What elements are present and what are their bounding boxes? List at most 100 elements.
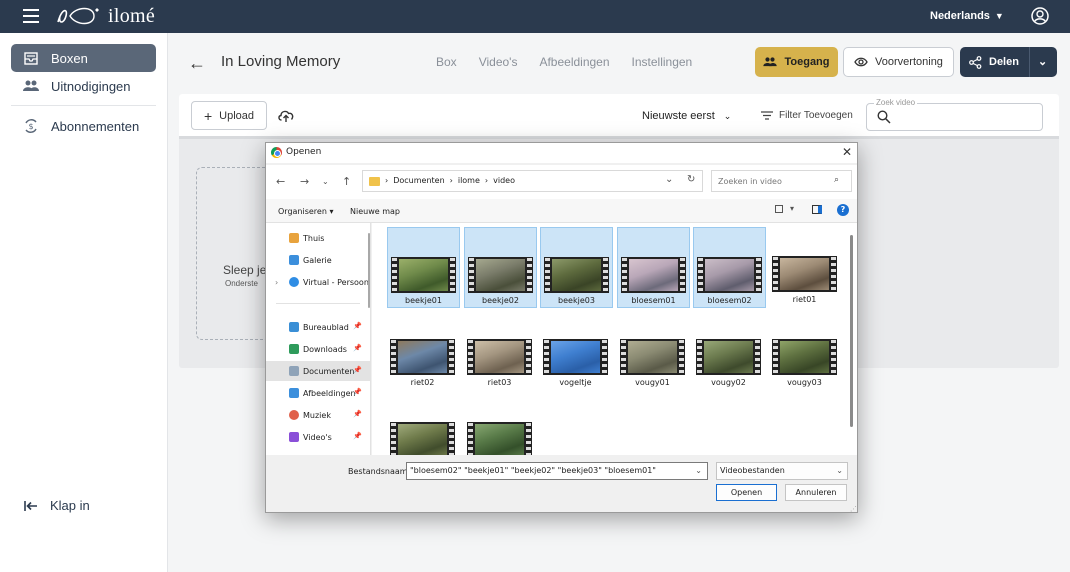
thumbnail-image bbox=[475, 424, 524, 455]
close-icon[interactable]: ✕ bbox=[842, 145, 852, 159]
view-options-icon[interactable] bbox=[775, 205, 783, 213]
cloud-icon bbox=[289, 277, 299, 287]
menu-icon[interactable] bbox=[23, 9, 39, 23]
breadcrumb-ilome[interactable]: ilome bbox=[458, 176, 480, 185]
file-item[interactable]: vougy02 bbox=[693, 310, 766, 391]
chevron-down-icon: ▼ bbox=[994, 11, 1004, 21]
account-icon[interactable] bbox=[1031, 7, 1049, 25]
refresh-icon[interactable]: ↻ bbox=[687, 174, 695, 185]
file-name: riet02 bbox=[410, 378, 435, 387]
video-thumbnail bbox=[621, 257, 686, 293]
video-thumbnail bbox=[390, 422, 455, 455]
preview-button[interactable]: Voorvertoning bbox=[843, 47, 954, 77]
brand-name: ilomé bbox=[108, 4, 156, 27]
pin-icon: 📌 bbox=[353, 388, 362, 396]
video-thumbnail bbox=[544, 257, 609, 293]
preview-pane-icon[interactable] bbox=[812, 205, 822, 214]
tree-item-afbeeldingen[interactable]: Afbeeldingen 📌 bbox=[266, 383, 370, 403]
share-button[interactable]: Delen ⌄ bbox=[960, 47, 1057, 77]
thumbnail-image bbox=[476, 259, 525, 291]
file-name: vougy01 bbox=[635, 378, 670, 387]
collapse-left-icon bbox=[24, 500, 37, 511]
file-item[interactable]: riet01 bbox=[769, 227, 842, 308]
chevron-down-icon[interactable]: ▾ bbox=[790, 204, 794, 213]
sidebar-item-label: Uitnodigingen bbox=[51, 78, 131, 94]
tree-item-bureaublad[interactable]: Bureaublad 📌 bbox=[266, 317, 370, 337]
scrollbar[interactable] bbox=[850, 235, 853, 427]
breadcrumb: › Documenten › ilome › video bbox=[385, 176, 515, 185]
collapse-sidebar-button[interactable]: Klap in bbox=[24, 498, 90, 513]
breadcrumb-separator: › bbox=[449, 176, 453, 185]
file-item[interactable]: beekje03 bbox=[540, 227, 613, 308]
file-item[interactable]: bloesem01 bbox=[617, 227, 690, 308]
file-item[interactable]: vogeltje bbox=[540, 310, 613, 391]
back-icon[interactable]: ← bbox=[276, 175, 285, 188]
chevron-down-icon[interactable]: ⌄ bbox=[695, 466, 702, 475]
chevron-down-icon[interactable]: ⌄ bbox=[665, 174, 673, 185]
file-item[interactable]: riet03 bbox=[464, 310, 537, 391]
breadcrumb-separator: › bbox=[385, 176, 389, 185]
divider bbox=[11, 105, 156, 106]
share-label: Delen bbox=[989, 56, 1019, 68]
file-item[interactable]: beekje02 bbox=[464, 227, 537, 308]
up-icon[interactable]: ↑ bbox=[342, 175, 351, 188]
language-selector[interactable]: Nederlands ▼ bbox=[930, 10, 1004, 22]
tab-instellingen[interactable]: Instellingen bbox=[632, 55, 693, 69]
sidebar-item-uitnodigingen[interactable]: Uitnodigingen bbox=[11, 72, 156, 100]
cancel-button[interactable]: Annuleren bbox=[785, 484, 847, 501]
divider bbox=[276, 303, 360, 304]
address-bar[interactable]: › Documenten › ilome › video ⌄ ↻ bbox=[362, 170, 703, 192]
tree-item-thuis[interactable]: Thuis bbox=[266, 228, 370, 248]
forward-icon[interactable]: → bbox=[300, 175, 309, 188]
thumbnail-image bbox=[475, 341, 524, 373]
file-name: beekje02 bbox=[482, 296, 519, 305]
file-item[interactable]: vougy01 bbox=[617, 310, 690, 391]
search-legend: Zoek video bbox=[874, 98, 918, 107]
scrollbar[interactable] bbox=[368, 233, 370, 308]
cloud-upload-icon[interactable] bbox=[277, 107, 295, 123]
search-input[interactable]: Zoek video bbox=[866, 98, 1043, 131]
file-item[interactable]: riet02 bbox=[387, 310, 460, 391]
filename-input[interactable]: "bloesem02" "beekje01" "beekje02" "beekj… bbox=[406, 462, 708, 480]
tree-item-galerie[interactable]: Galerie bbox=[266, 250, 370, 270]
thumbnail-image bbox=[780, 341, 829, 373]
recent-locations-icon[interactable]: ⌄ bbox=[322, 177, 329, 186]
chevron-down-icon[interactable]: ⌄ bbox=[1038, 55, 1047, 68]
tree-item-virtual[interactable]: Virtual - Persoonlijk bbox=[266, 272, 370, 292]
breadcrumb-documenten[interactable]: Documenten bbox=[393, 176, 444, 185]
tab-box[interactable]: Box bbox=[436, 55, 457, 69]
drop-zone[interactable] bbox=[196, 167, 266, 340]
access-button[interactable]: Toegang bbox=[755, 47, 838, 77]
resize-grip-icon[interactable]: ⋰ bbox=[850, 505, 857, 513]
pin-icon: 📌 bbox=[353, 432, 362, 440]
upload-button[interactable]: + Upload bbox=[191, 101, 267, 130]
tab-videos[interactable]: Video's bbox=[479, 55, 518, 69]
sidebar-item-boxen[interactable]: Boxen bbox=[11, 44, 156, 72]
tree-item-documenten[interactable]: Documenten 📌 bbox=[266, 361, 370, 381]
file-item[interactable]: beekje01 bbox=[387, 227, 460, 308]
file-item[interactable] bbox=[387, 393, 460, 455]
sidebar-item-abonnementen[interactable]: $ Abonnementen bbox=[11, 112, 156, 140]
sort-dropdown[interactable]: Nieuwste eerst ⌄ bbox=[642, 110, 731, 122]
tree-item-videos[interactable]: Video's 📌 bbox=[266, 427, 370, 447]
file-item[interactable] bbox=[464, 393, 537, 455]
file-item[interactable]: bloesem02 bbox=[693, 227, 766, 308]
tree-item-muziek[interactable]: Muziek 📌 bbox=[266, 405, 370, 425]
filename-label: Bestandsnaam: bbox=[348, 467, 411, 476]
open-button[interactable]: Openen bbox=[716, 484, 777, 501]
file-item[interactable]: vougy03 bbox=[769, 310, 842, 391]
logo-mark-icon bbox=[57, 7, 99, 25]
upload-label: Upload bbox=[219, 109, 255, 122]
breadcrumb-video[interactable]: video bbox=[493, 176, 515, 185]
drop-zone-title: Sleep je bbox=[223, 263, 265, 277]
tree-item-downloads[interactable]: Downloads 📌 bbox=[266, 339, 370, 359]
back-arrow-icon[interactable]: ← bbox=[188, 53, 206, 74]
filter-button[interactable]: Filter Toevoegen bbox=[761, 110, 853, 121]
new-folder-button[interactable]: Nieuwe map bbox=[350, 207, 400, 216]
tab-afbeeldingen[interactable]: Afbeeldingen bbox=[539, 55, 609, 69]
brand-logo[interactable]: ilomé bbox=[54, 3, 155, 29]
filetype-select[interactable]: Videobestanden ⌄ bbox=[716, 462, 848, 480]
help-icon[interactable]: ? bbox=[837, 204, 849, 216]
folder-search-input[interactable]: Zoeken in video ⌕ bbox=[711, 170, 852, 192]
organize-menu[interactable]: Organiseren ▾ bbox=[278, 207, 333, 216]
